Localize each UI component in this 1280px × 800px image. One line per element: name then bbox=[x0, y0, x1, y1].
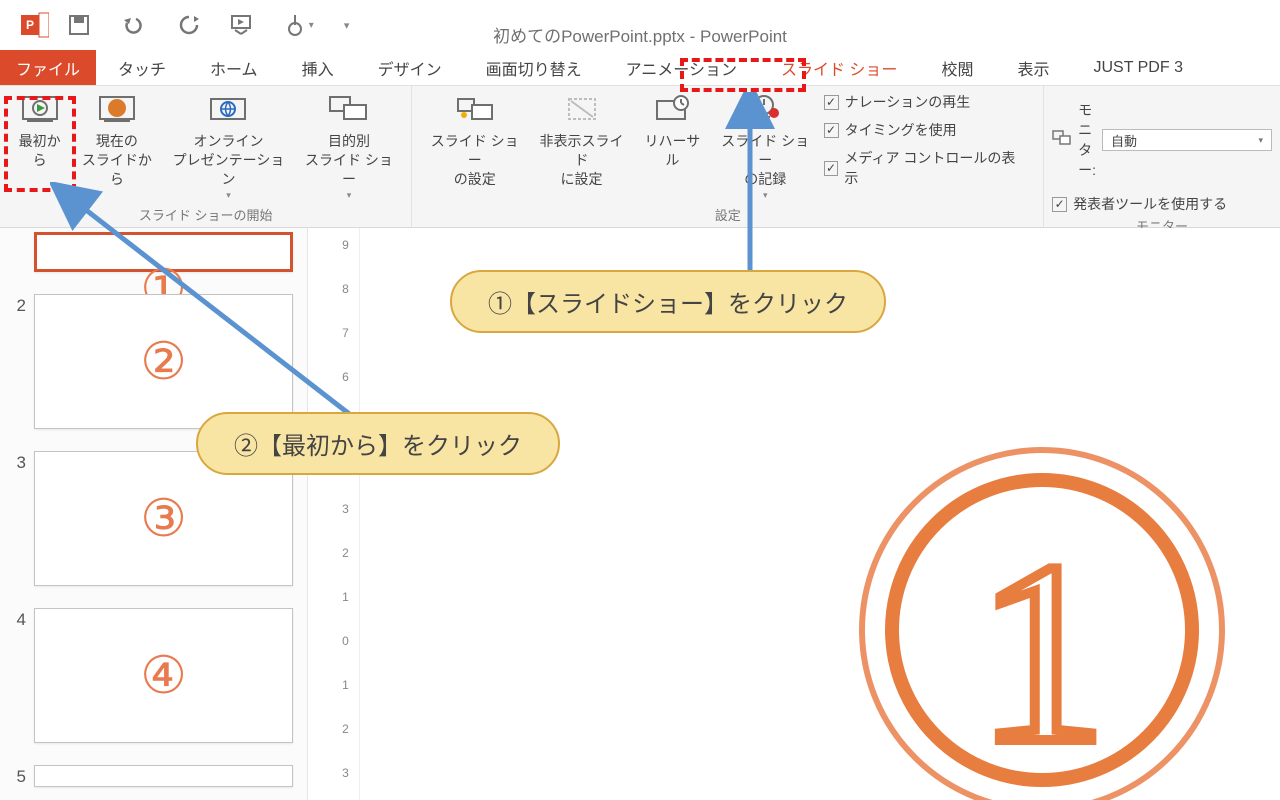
thumb-slide-1[interactable]: ① bbox=[34, 232, 293, 272]
undo-icon[interactable] bbox=[120, 15, 148, 35]
slideshow-settings-icon bbox=[454, 92, 496, 130]
timing-checkbox[interactable]: ✓タイミングを使用 bbox=[824, 118, 1028, 142]
redo-icon[interactable] bbox=[178, 14, 200, 36]
media-controls-checkbox[interactable]: ✓メディア コントロールの表示 bbox=[824, 146, 1028, 190]
record-slideshow-icon bbox=[744, 92, 786, 130]
rehearse-icon bbox=[651, 92, 693, 130]
quick-access-toolbar: ▾ ▾ bbox=[68, 13, 349, 37]
touch-mode-icon[interactable]: ▾ bbox=[284, 13, 314, 37]
tab-justpdf[interactable]: JUST PDF 3 bbox=[1071, 50, 1205, 85]
tab-review[interactable]: 校閲 bbox=[919, 50, 995, 85]
custom-slideshow-button[interactable]: 目的別 スライド ショー▾ bbox=[295, 90, 404, 203]
svg-text:1: 1 bbox=[977, 509, 1107, 797]
thumb-row-4[interactable]: 4 ④ bbox=[0, 608, 293, 743]
tab-home[interactable]: ホーム bbox=[188, 50, 280, 85]
callout-1: ①【スライドショー】をクリック bbox=[450, 270, 886, 333]
thumb-row-1[interactable]: ① bbox=[0, 232, 293, 272]
ribbon-tabs: ファイル タッチ ホーム 挿入 デザイン 画面切り替え アニメーション スライド… bbox=[0, 50, 1280, 86]
group-start-slideshow: 最初から 現在の スライドから オンライン プレゼンテーション▾ 目的別 スライ… bbox=[0, 86, 412, 227]
record-slideshow-button[interactable]: スライド ショー の記録▾ bbox=[711, 90, 820, 203]
qat-customize-icon[interactable]: ▾ bbox=[344, 19, 350, 32]
thumb-slide-5[interactable] bbox=[34, 765, 293, 787]
ribbon: 最初から 現在の スライドから オンライン プレゼンテーション▾ 目的別 スライ… bbox=[0, 86, 1280, 228]
narration-checkbox[interactable]: ✓ナレーションの再生 bbox=[824, 90, 1028, 114]
presenter-view-checkbox[interactable]: ✓発表者ツールを使用する bbox=[1052, 192, 1227, 216]
powerpoint-app-icon: P bbox=[20, 11, 50, 39]
group-setup: スライド ショー の設定 非表示スライド に設定 リハーサル スライド ショー … bbox=[412, 86, 1044, 227]
monitor-icon bbox=[1052, 130, 1072, 151]
tab-slideshow[interactable]: スライド ショー bbox=[759, 50, 919, 85]
svg-text:P: P bbox=[26, 18, 34, 32]
monitor-row: モニター: 自動▾ bbox=[1052, 98, 1272, 182]
from-current-button[interactable]: 現在の スライドから bbox=[71, 90, 162, 191]
monitor-label: モニター: bbox=[1078, 100, 1096, 180]
thumb-row-5[interactable]: 5 bbox=[0, 765, 293, 787]
save-icon[interactable] bbox=[68, 14, 90, 36]
window-title: 初めてのPowerPoint.pptx - PowerPoint bbox=[493, 22, 787, 47]
title-bar: P ▾ ▾ 初めてのPowerPoint.pptx - PowerPoint bbox=[0, 0, 1280, 50]
monitor-select[interactable]: 自動▾ bbox=[1102, 129, 1272, 151]
thumb-slide-4[interactable]: ④ bbox=[34, 608, 293, 743]
group-monitor: モニター: 自動▾ ✓発表者ツールを使用する モニター bbox=[1044, 86, 1280, 227]
rehearse-button[interactable]: リハーサル bbox=[634, 90, 711, 172]
tab-animations[interactable]: アニメーション bbox=[604, 50, 759, 85]
group-label-start: スライド ショーの開始 bbox=[8, 205, 403, 227]
tab-view[interactable]: 表示 bbox=[995, 50, 1071, 85]
slide-thumbnails[interactable]: ① 2 ② 3 ③ 4 ④ 5 bbox=[0, 228, 308, 800]
powerpoint-icon: P bbox=[21, 12, 49, 38]
from-beginning-button[interactable]: 最初から bbox=[8, 90, 71, 172]
thumb-slide-2[interactable]: ② bbox=[34, 294, 293, 429]
tab-design[interactable]: デザイン bbox=[356, 50, 464, 85]
vertical-ruler: 9876543210123 bbox=[332, 228, 360, 800]
thumb-row-2[interactable]: 2 ② bbox=[0, 294, 293, 429]
from-beginning-icon bbox=[19, 92, 61, 130]
callout-2: ②【最初から】をクリック bbox=[196, 412, 560, 475]
tab-touch[interactable]: タッチ bbox=[96, 50, 188, 85]
hide-slide-icon bbox=[561, 92, 603, 130]
tab-transitions[interactable]: 画面切り替え bbox=[464, 50, 604, 85]
online-presentation-icon bbox=[205, 92, 251, 130]
slideshow-settings-button[interactable]: スライド ショー の設定 bbox=[420, 90, 529, 191]
tab-insert[interactable]: 挿入 bbox=[280, 50, 356, 85]
slideshow-qat-icon[interactable] bbox=[230, 14, 254, 36]
hide-slide-button[interactable]: 非表示スライド に設定 bbox=[529, 90, 634, 191]
group-label-setup: 設定 bbox=[420, 205, 1035, 227]
custom-slideshow-icon bbox=[326, 92, 372, 130]
online-presentation-button[interactable]: オンライン プレゼンテーション▾ bbox=[162, 90, 294, 203]
tab-file[interactable]: ファイル bbox=[0, 50, 96, 85]
from-current-icon bbox=[96, 92, 138, 130]
slide-content-circle-1: 1 bbox=[852, 440, 1232, 800]
